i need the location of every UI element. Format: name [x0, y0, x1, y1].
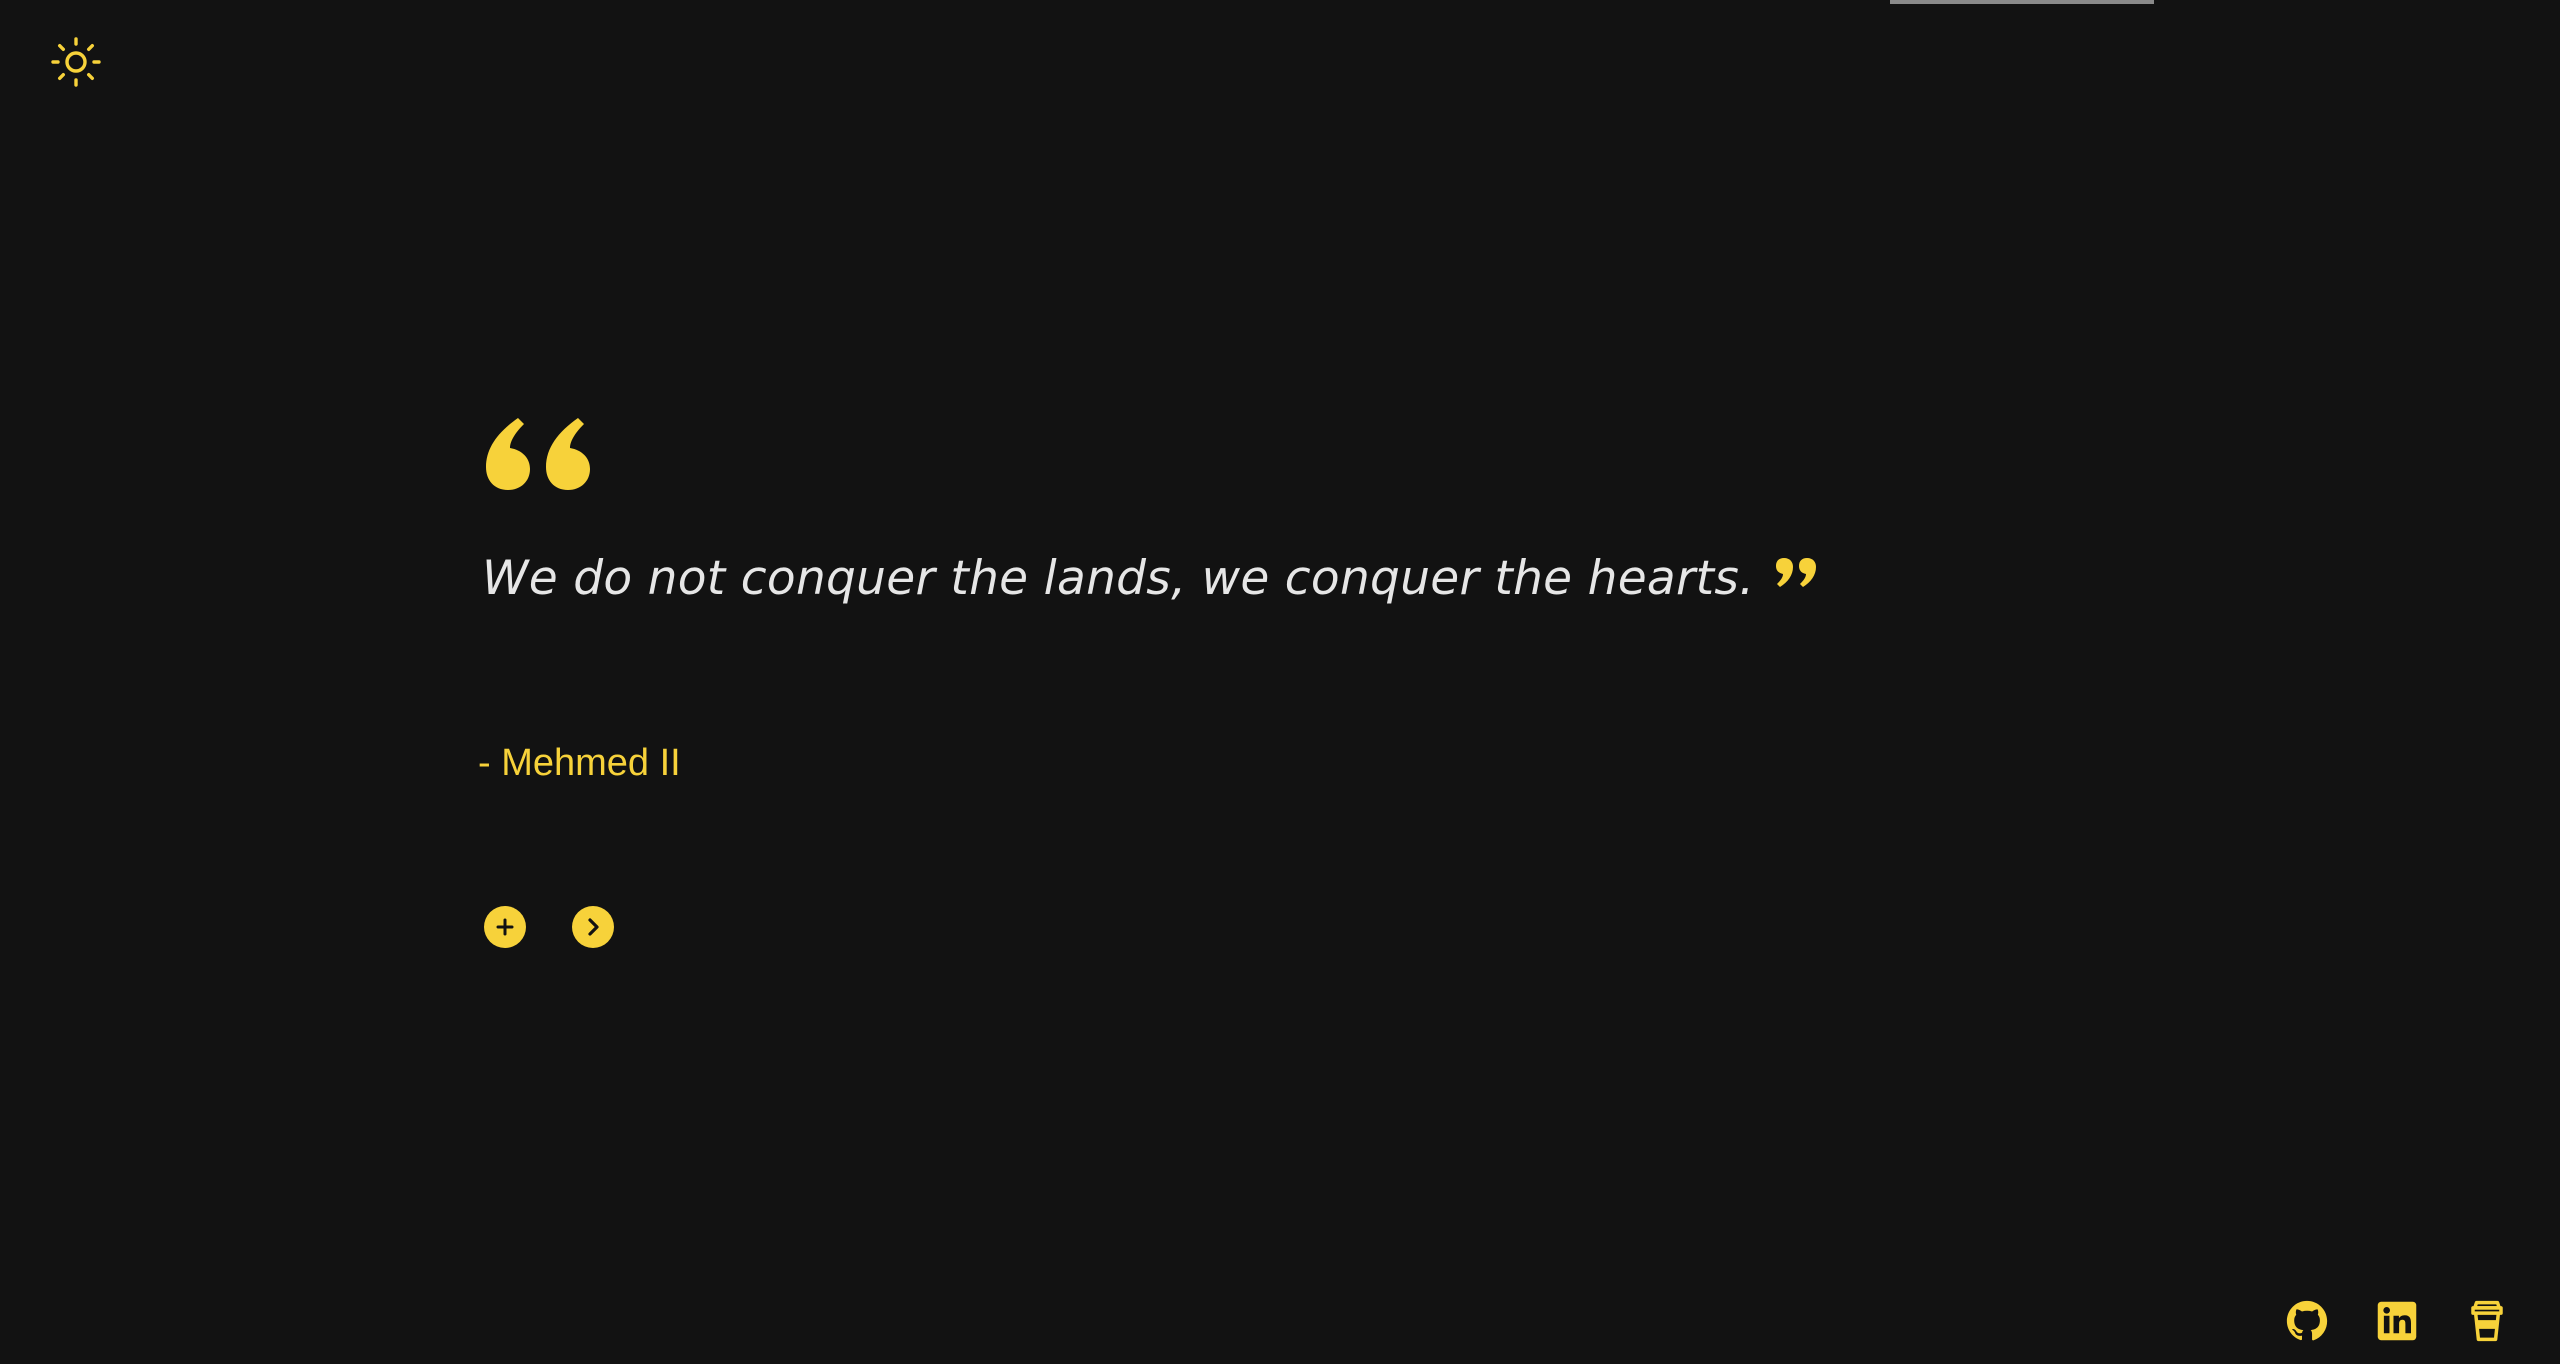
quote-line: We do not conquer the lands, we conquer … — [482, 551, 1817, 606]
top-indicator-bar — [1890, 0, 2154, 4]
add-quote-button[interactable] — [484, 906, 526, 948]
github-link[interactable] — [2286, 1300, 2328, 1342]
open-quote-icon — [486, 418, 590, 490]
quote-author: - Mehmed II — [478, 742, 681, 784]
quote-page: We do not conquer the lands, we conquer … — [0, 0, 2560, 1364]
chevron-right-circle-icon — [588, 918, 599, 936]
plus-circle-icon — [496, 918, 514, 936]
buy-me-a-coffee-link[interactable] — [2466, 1300, 2508, 1342]
close-quote-icon — [1776, 557, 1817, 587]
github-icon — [2286, 1300, 2328, 1341]
next-quote-button[interactable] — [572, 906, 614, 948]
coffee-cup-icon — [2471, 1300, 2503, 1342]
theme-toggle-button[interactable] — [48, 34, 104, 90]
sun-icon — [51, 37, 101, 87]
quote-actions — [484, 906, 614, 948]
quote-text: We do not conquer the lands, we conquer … — [482, 551, 1755, 606]
social-links — [2286, 1300, 2508, 1342]
linkedin-link[interactable] — [2376, 1300, 2418, 1342]
linkedin-icon — [2377, 1301, 2417, 1341]
